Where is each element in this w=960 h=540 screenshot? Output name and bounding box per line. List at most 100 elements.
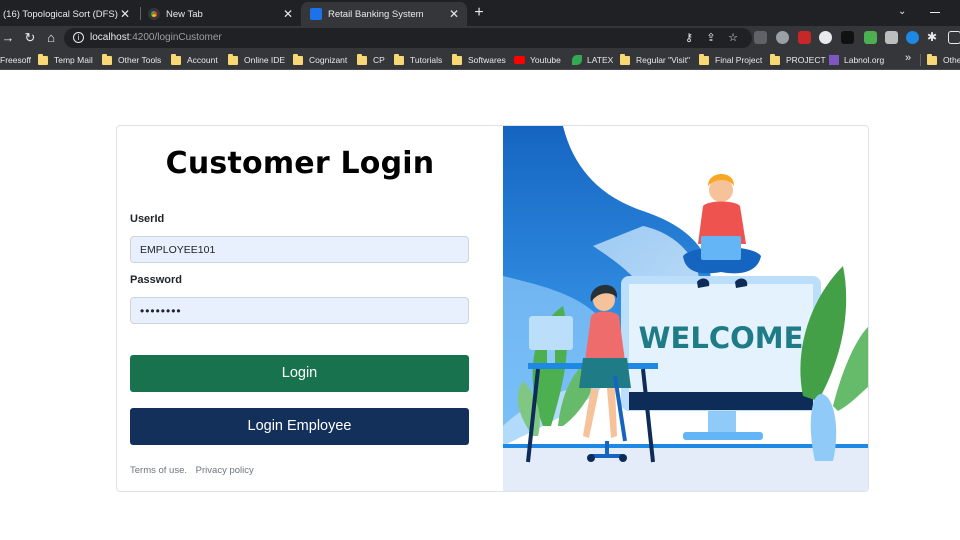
forward-icon[interactable]: → bbox=[0, 30, 16, 46]
leaf-icon bbox=[572, 55, 582, 65]
bookmark-label: Account bbox=[187, 55, 218, 65]
folder-icon bbox=[927, 53, 937, 65]
bookmark-tutorials[interactable]: Tutorials bbox=[394, 53, 442, 67]
bookmark-temp-mail[interactable]: Temp Mail bbox=[38, 53, 93, 67]
tab-new-tab[interactable]: New Tab ✕ bbox=[141, 2, 301, 26]
folder-icon bbox=[770, 53, 780, 65]
chrome-icon bbox=[148, 8, 160, 20]
desk-monitor bbox=[529, 316, 573, 350]
address-bar[interactable]: i localhost:4200/loginCustomer ⚷ ⇪ ☆ bbox=[64, 28, 752, 48]
chair-wheel-2 bbox=[619, 454, 627, 462]
bookmark-youtube[interactable]: Youtube bbox=[514, 53, 561, 67]
userid-field[interactable]: EMPLOYEE101 bbox=[130, 236, 469, 263]
bank-icon bbox=[310, 8, 322, 20]
login-button[interactable]: Login bbox=[130, 355, 469, 392]
tab-retail-banking[interactable]: Retail Banking System ✕ bbox=[301, 2, 467, 26]
bookmark-label: Labnol.org bbox=[844, 55, 885, 65]
extension-incognito-icon[interactable] bbox=[754, 31, 767, 44]
page-title: Customer Login bbox=[165, 146, 435, 181]
monitor-bar bbox=[629, 392, 813, 410]
welcome-illustration-svg: WELCOME bbox=[503, 126, 868, 491]
bookmark-label: Regular "Visit" bbox=[636, 55, 691, 65]
bookmark-label: Other Tools bbox=[118, 55, 162, 65]
bookmark-other-tools[interactable]: Other Tools bbox=[102, 53, 161, 67]
bookmark-star-icon[interactable]: ☆ bbox=[726, 31, 740, 45]
woman-leg-2 bbox=[607, 388, 617, 438]
reload-icon[interactable]: ↻ bbox=[22, 30, 38, 46]
bookmark-label: CP bbox=[373, 55, 385, 65]
welcome-text: WELCOME bbox=[639, 321, 804, 355]
woman-skirt bbox=[579, 358, 631, 388]
side-panel-icon[interactable] bbox=[948, 31, 960, 44]
url-text[interactable]: localhost:4200/loginCustomer bbox=[90, 32, 222, 43]
terms-link[interactable]: Terms of use. bbox=[130, 465, 187, 476]
site-info-icon[interactable]: i bbox=[73, 32, 84, 43]
folder-icon bbox=[228, 53, 238, 65]
bookmark-label: Youtube bbox=[530, 55, 561, 65]
bookmark-latex[interactable]: LATEX bbox=[572, 53, 613, 67]
folder-icon bbox=[102, 53, 112, 65]
labnol-icon bbox=[829, 55, 839, 65]
bookmark-cognizant[interactable]: Cognizant bbox=[293, 53, 347, 67]
password-field[interactable]: •••••••• bbox=[130, 297, 469, 324]
monitor-base bbox=[683, 432, 763, 440]
bookmark-cp[interactable]: CP bbox=[357, 53, 385, 67]
new-tab-icon[interactable]: + bbox=[471, 5, 487, 21]
browser-tab-strip: (16) Topological Sort (DFS) - You ✕ New … bbox=[0, 0, 960, 26]
bookmark-label: Cognizant bbox=[309, 55, 348, 65]
close-icon[interactable]: ✕ bbox=[118, 7, 132, 21]
woman-body bbox=[585, 311, 625, 361]
userid-label: UserId bbox=[130, 213, 165, 225]
bookmark-label: Temp Mail bbox=[54, 55, 93, 65]
extension-copy-icon[interactable] bbox=[885, 31, 898, 44]
share-icon[interactable]: ⇪ bbox=[704, 31, 718, 45]
footer-links: Terms of use. Privacy policy bbox=[130, 465, 260, 476]
extension-cloud-icon[interactable] bbox=[776, 31, 789, 44]
extensions-puzzle-icon[interactable]: ✱ bbox=[927, 31, 940, 44]
folder-icon bbox=[394, 53, 404, 65]
bookmark-softwares[interactable]: Softwares bbox=[452, 53, 506, 67]
tab-search-chevron-icon[interactable]: ⌄ bbox=[898, 6, 906, 17]
bookmark-label: Tutorials bbox=[410, 55, 443, 65]
key-icon[interactable]: ⚷ bbox=[682, 31, 696, 45]
home-icon[interactable]: ⌂ bbox=[43, 30, 59, 46]
extension-globe-icon[interactable] bbox=[819, 31, 832, 44]
userid-value: EMPLOYEE101 bbox=[140, 244, 216, 256]
bookmark-account[interactable]: Account bbox=[171, 53, 218, 67]
folder-icon bbox=[452, 53, 462, 65]
bookmark-labnol[interactable]: Labnol.org bbox=[829, 53, 884, 67]
privacy-link[interactable]: Privacy policy bbox=[196, 465, 254, 476]
bookmark-label: Othe bbox=[943, 55, 960, 65]
login-employee-button[interactable]: Login Employee bbox=[130, 408, 469, 445]
tab-topological-sort[interactable]: (16) Topological Sort (DFS) - You ✕ bbox=[0, 2, 138, 26]
bookmark-divider bbox=[920, 54, 921, 66]
bookmark-online-ide[interactable]: Online IDE bbox=[228, 53, 285, 67]
url-host: localhost bbox=[90, 32, 130, 43]
man-laptop bbox=[701, 236, 741, 260]
bookmark-label: Softwares bbox=[468, 55, 506, 65]
chair-wheel bbox=[587, 454, 595, 462]
minimize-icon[interactable] bbox=[930, 12, 940, 13]
close-icon[interactable]: ✕ bbox=[447, 7, 461, 21]
bookmark-other[interactable]: Othe bbox=[927, 53, 960, 67]
folder-icon bbox=[620, 53, 630, 65]
login-form: Customer Login UserId EMPLOYEE101 Passwo… bbox=[117, 126, 503, 491]
close-icon[interactable]: ✕ bbox=[281, 7, 295, 21]
extension-terminal-icon[interactable] bbox=[841, 31, 854, 44]
desk-monitor-stand bbox=[547, 350, 555, 363]
welcome-illustration: WELCOME bbox=[503, 126, 868, 491]
bookmarks-overflow-icon[interactable]: » bbox=[905, 52, 911, 64]
tab-title: Retail Banking System bbox=[328, 8, 424, 20]
tab-title: New Tab bbox=[166, 8, 203, 20]
bookmark-freesoff[interactable]: Freesoff bbox=[0, 53, 31, 67]
monitor-neck bbox=[708, 411, 736, 433]
extension-ublock-icon[interactable] bbox=[798, 31, 811, 44]
folder-icon bbox=[293, 53, 303, 65]
extension-se-icon[interactable] bbox=[864, 31, 877, 44]
bookmark-regular-visit[interactable]: Regular "Visit" bbox=[620, 53, 690, 67]
bookmark-final-project[interactable]: Final Project bbox=[699, 53, 762, 67]
bookmark-label: PROJECT bbox=[786, 55, 826, 65]
bookmark-label: LATEX bbox=[587, 55, 614, 65]
bookmark-project[interactable]: PROJECT bbox=[770, 53, 826, 67]
extension-shield-icon[interactable] bbox=[906, 31, 919, 44]
